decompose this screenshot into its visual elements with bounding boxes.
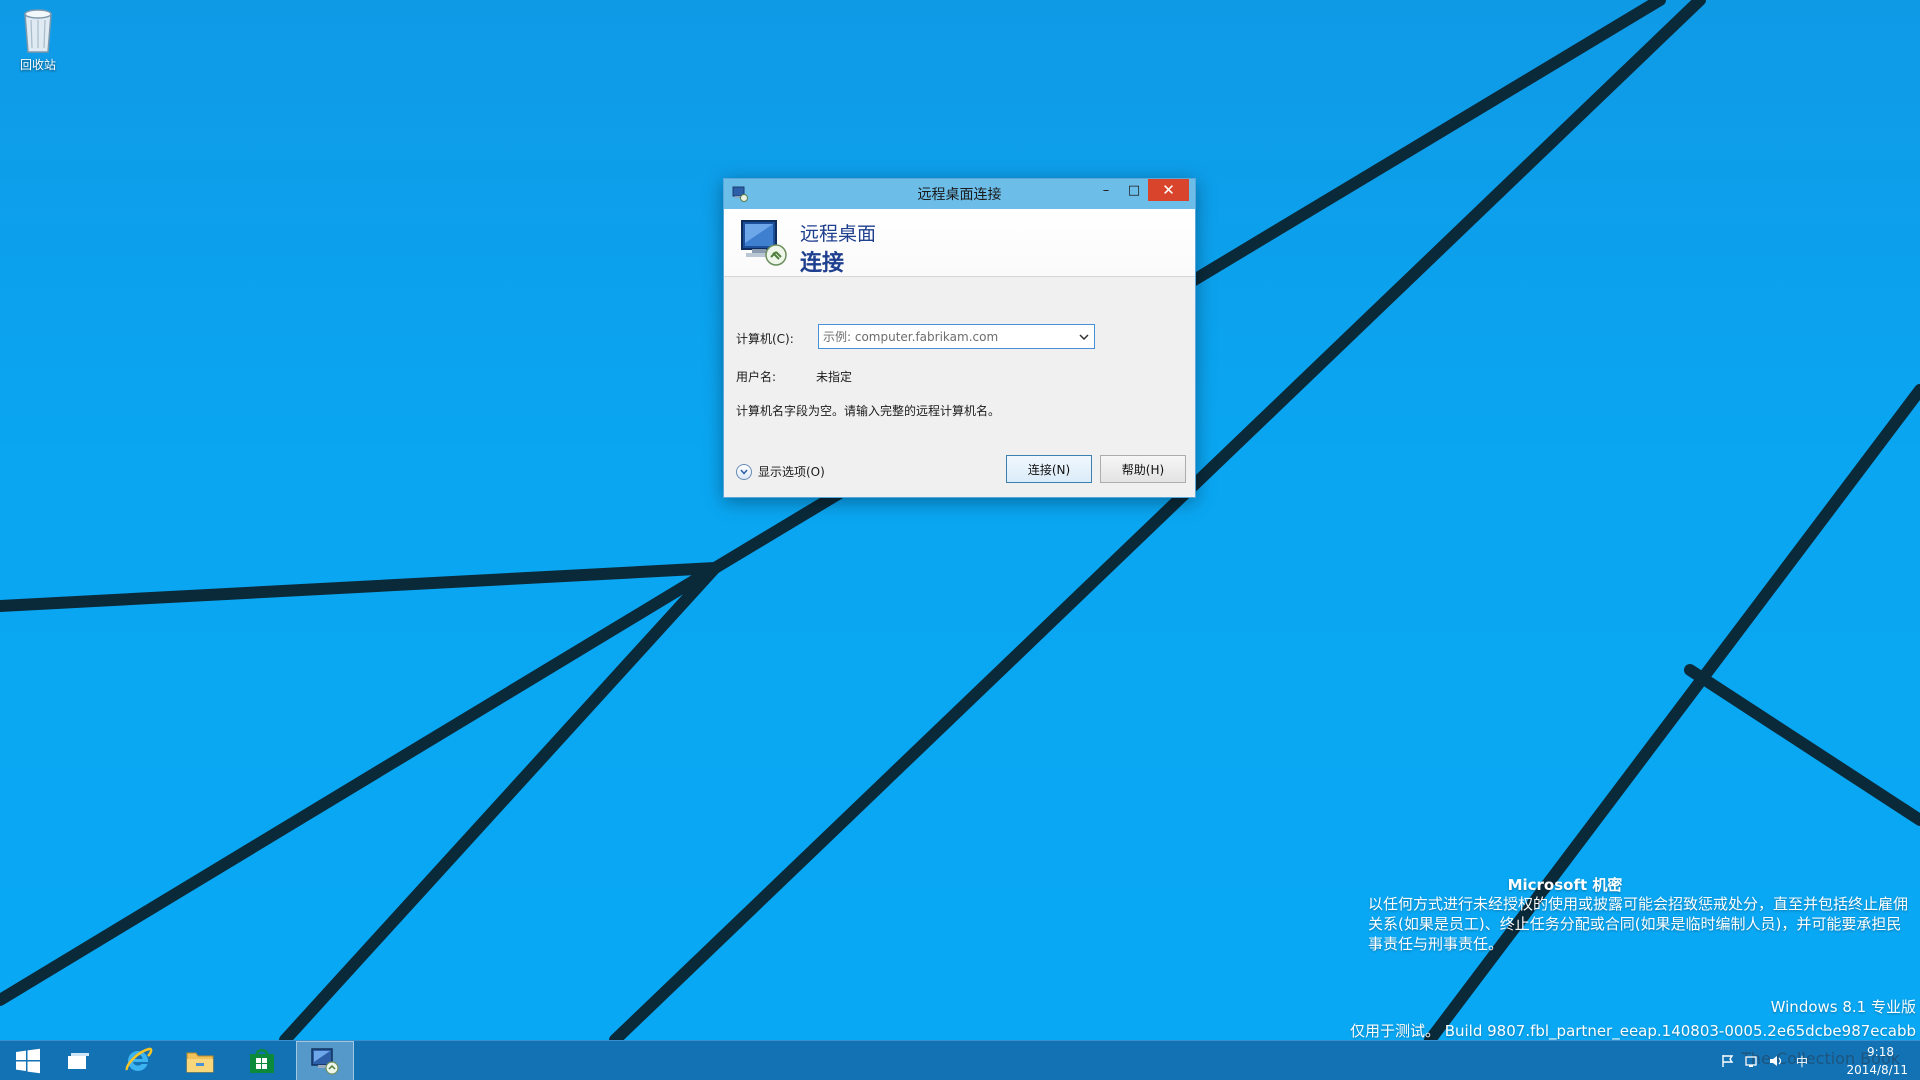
clock-time[interactable]: 9:18: [1867, 1045, 1894, 1059]
file-explorer-icon: [186, 1052, 214, 1073]
action-center-icon[interactable]: [1720, 1053, 1736, 1069]
volume-icon[interactable]: [1768, 1053, 1784, 1069]
dialog-banner: 远程桌面 连接: [724, 209, 1195, 277]
network-icon[interactable]: [1744, 1053, 1760, 1069]
close-button[interactable]: ✕: [1148, 179, 1189, 201]
dialog-titlebar[interactable]: 远程桌面连接 – □ ✕: [724, 179, 1195, 209]
store-button[interactable]: [234, 1041, 290, 1080]
desktop: 回收站 Microsoft 机密 以任何方式进行未经授权的使用或披露可能会招致惩…: [0, 0, 1920, 1040]
maximize-button[interactable]: □: [1120, 179, 1148, 201]
banner-title-line2: 连接: [800, 251, 845, 276]
task-view-button[interactable]: [50, 1041, 106, 1080]
system-tray: The Collection Book 中 9:18 2014/8/11: [1590, 1041, 1920, 1080]
taskbar: The Collection Book 中 9:18 2014/8/11: [0, 1040, 1920, 1080]
remote-desktop-icon: [738, 217, 790, 273]
watermark-title: Microsoft 机密: [1507, 876, 1623, 894]
watermark-body: 以任何方式进行未经授权的使用或披露可能会招致惩戒处分，直至并包括终止雇佣关系(如…: [1368, 895, 1909, 953]
task-view-icon: [68, 1053, 89, 1069]
computer-input[interactable]: [819, 325, 1074, 348]
show-options-toggle[interactable]: 显示选项(O): [736, 463, 825, 480]
minimize-button[interactable]: –: [1092, 179, 1120, 201]
chevron-down-icon[interactable]: [1074, 333, 1094, 340]
remote-desktop-icon: [311, 1048, 339, 1075]
recycle-bin-icon: [24, 9, 52, 53]
recycle-bin-label: 回收站: [19, 58, 56, 72]
dialog-title: 远程桌面连接: [917, 187, 1002, 203]
username-label: 用户名:: [736, 370, 777, 384]
watermark-edition: Windows 8.1 专业版: [1770, 998, 1916, 1016]
store-icon: [250, 1049, 274, 1073]
help-button[interactable]: 帮助(H): [1100, 455, 1186, 483]
validation-message: 计算机名字段为空。请输入完整的远程计算机名。: [736, 404, 1001, 418]
start-icon: [16, 1048, 40, 1074]
remote-desktop-taskbar-button[interactable]: [296, 1041, 354, 1080]
expand-chevron-icon[interactable]: [736, 463, 752, 480]
input-method-indicator[interactable]: 中: [1794, 1053, 1810, 1069]
clock-date[interactable]: 2014/8/11: [1846, 1063, 1908, 1077]
computer-combobox[interactable]: [818, 324, 1095, 349]
rdp-small-icon: [732, 186, 748, 206]
computer-label: 计算机(C):: [736, 332, 794, 346]
show-options-label: 显示选项(O): [758, 465, 825, 479]
connect-button[interactable]: 连接(N): [1006, 455, 1092, 483]
internet-explorer-icon: [125, 1047, 153, 1071]
banner-title-line1: 远程桌面: [800, 223, 877, 245]
file-explorer-button[interactable]: [172, 1041, 228, 1080]
start-button[interactable]: [0, 1041, 56, 1080]
recycle-bin[interactable]: 回收站: [12, 6, 64, 73]
internet-explorer-button[interactable]: [110, 1041, 166, 1080]
username-value: 未指定: [816, 370, 853, 384]
watermark-build: 仅用于测试。 Build 9807.fbl_partner_eeap.14080…: [1349, 1022, 1916, 1040]
remote-desktop-dialog: 远程桌面连接 – □ ✕ 远程桌面 连接 计算机(C): 示例: compute…: [723, 178, 1196, 498]
